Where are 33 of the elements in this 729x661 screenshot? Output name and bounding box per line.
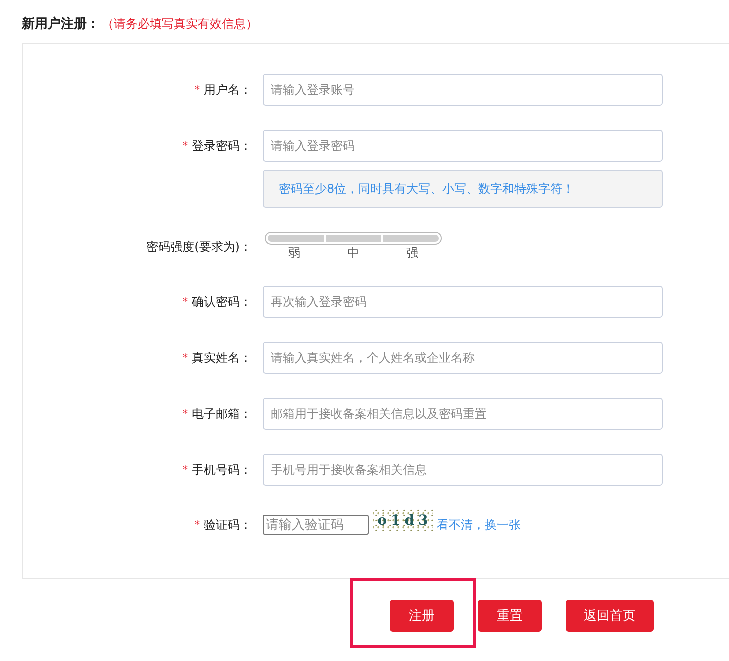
input-field[interactable]: 手机号用于接收备案相关信息 [263, 454, 663, 486]
required-mark: * [195, 84, 200, 96]
required-note: （请务必填写真实有效信息） [102, 16, 258, 32]
input-field[interactable]: 请输入登录账号 [263, 74, 663, 106]
field-label: 用户名： [204, 82, 252, 98]
strength-label: 强 [406, 246, 418, 261]
strength-label: 弱 [288, 246, 300, 261]
captcha-image: o1d3 [373, 508, 433, 533]
field-label: 真实姓名： [192, 350, 252, 366]
reset-button[interactable]: 重置 [478, 600, 542, 632]
field-label: 电子邮箱： [192, 406, 252, 422]
refresh-link[interactable]: 看不清，换一张 [437, 516, 521, 534]
required-mark: * [183, 408, 188, 420]
required-mark: * [183, 464, 188, 476]
page-title: 新用户注册： [22, 16, 100, 33]
field-label: 验证码： [204, 516, 252, 534]
required-mark: * [183, 352, 188, 364]
strength-label: 中 [348, 246, 360, 261]
password-hint: 密码至少8位，同时具有大写、小写、数字和特殊字符！ [263, 170, 663, 208]
required-mark: * [195, 520, 200, 530]
input-field[interactable]: 请输入登录密码 [263, 130, 663, 162]
field-label: 密码强度(要求为)： [146, 238, 252, 256]
field-label: 登录密码： [192, 138, 252, 154]
field-label: 确认密码： [192, 294, 252, 310]
input-field[interactable]: 再次输入登录密码 [263, 286, 663, 318]
captcha-input[interactable]: 请输入验证码 [263, 515, 369, 535]
register-button[interactable]: 注册 [390, 600, 454, 632]
required-mark: * [183, 296, 188, 308]
input-field[interactable]: 请输入真实姓名，个人姓名或企业名称 [263, 342, 663, 374]
field-label: 手机号码： [192, 462, 252, 478]
required-mark: * [183, 140, 188, 152]
home-button[interactable]: 返回首页 [566, 600, 654, 632]
input-field[interactable]: 邮箱用于接收备案相关信息以及密码重置 [263, 398, 663, 430]
